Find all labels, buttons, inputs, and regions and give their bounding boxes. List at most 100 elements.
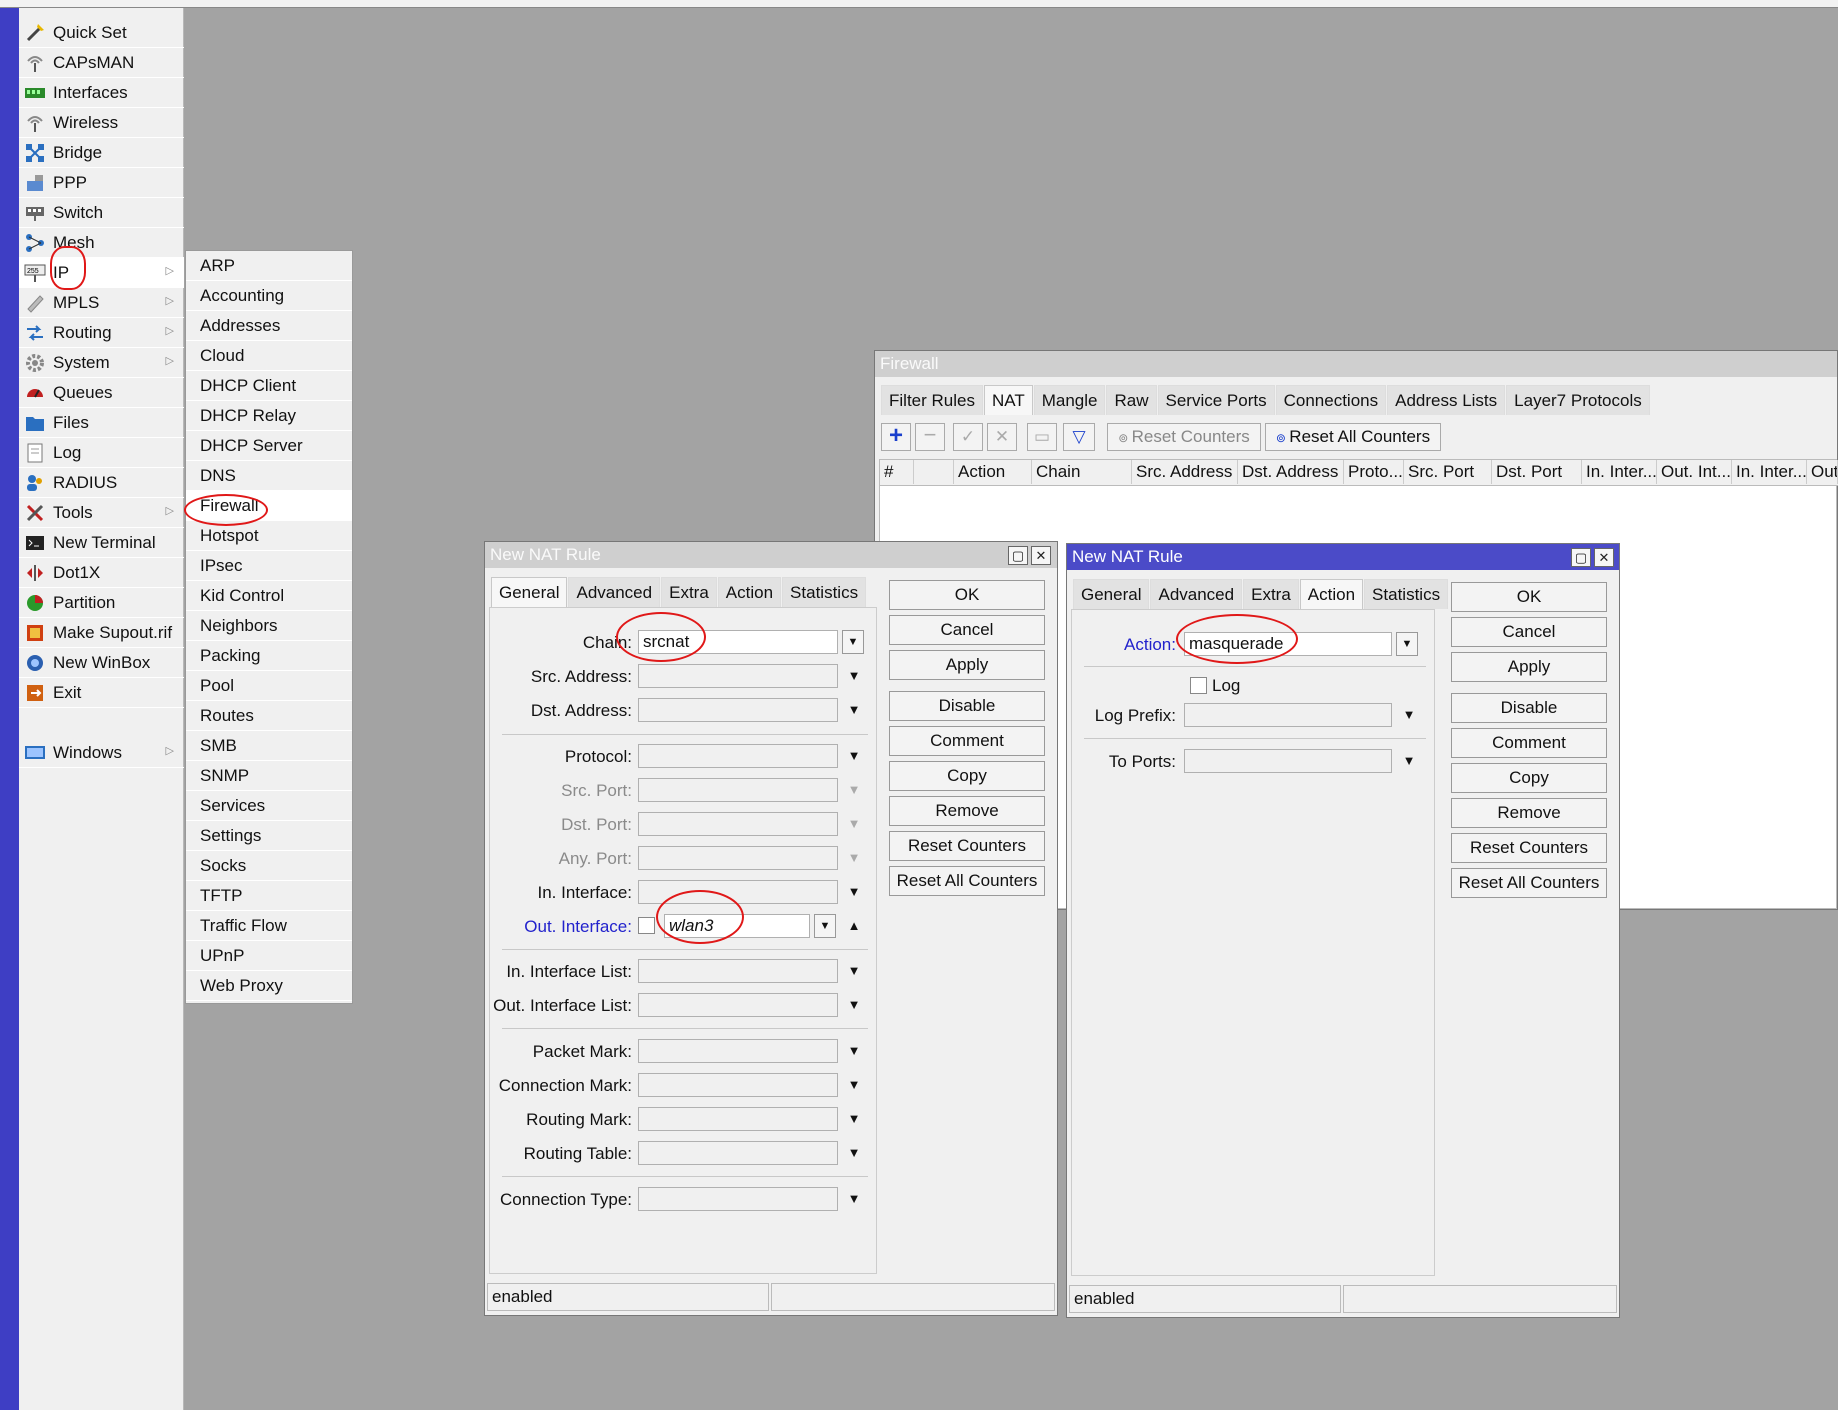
submenu-item-smb[interactable]: SMB	[186, 731, 352, 761]
out-interface-invert-checkbox[interactable]	[638, 917, 655, 934]
connection-type-dropdown-icon[interactable]: ▼	[845, 1189, 863, 1209]
tab-service-ports[interactable]: Service Ports	[1157, 385, 1275, 415]
menu-item-capsman[interactable]: CAPsMAN	[19, 48, 184, 78]
dst-address-dropdown-icon[interactable]: ▼	[845, 700, 863, 720]
menu-item-wireless[interactable]: Wireless	[19, 108, 184, 138]
in-interface-list-field[interactable]	[638, 959, 838, 983]
close-icon[interactable]: ✕	[1594, 548, 1614, 567]
dst-port-field[interactable]	[638, 812, 838, 836]
log-checkbox[interactable]	[1190, 677, 1207, 694]
reset-all-counters-button[interactable]: Reset All Counters	[1451, 868, 1607, 898]
comment-button[interactable]: Comment	[889, 726, 1045, 756]
src-address-dropdown-icon[interactable]: ▼	[845, 666, 863, 686]
tab-advanced[interactable]: Advanced	[1150, 579, 1243, 609]
comment-button[interactable]: Comment	[1451, 728, 1607, 758]
submenu-item-upnp[interactable]: UPnP	[186, 941, 352, 971]
enable-check-icon[interactable]: ✓	[953, 423, 983, 451]
disable-button[interactable]: Disable	[1451, 693, 1607, 723]
in-interface-dropdown-icon[interactable]: ▼	[845, 882, 863, 902]
tab-general[interactable]: General	[491, 577, 568, 607]
menu-item-windows[interactable]: Windows ▷	[19, 738, 184, 768]
cancel-button[interactable]: Cancel	[1451, 617, 1607, 647]
tab-mangle[interactable]: Mangle	[1033, 385, 1106, 415]
cancel-button[interactable]: Cancel	[889, 615, 1045, 645]
log-prefix-dropdown-icon[interactable]: ▼	[1400, 705, 1418, 725]
column-header[interactable]: In. Inter...	[1732, 460, 1807, 484]
submenu-item-tftp[interactable]: TFTP	[186, 881, 352, 911]
tab-advanced[interactable]: Advanced	[568, 577, 661, 607]
submenu-item-dhcp-relay[interactable]: DHCP Relay	[186, 401, 352, 431]
submenu-item-dns[interactable]: DNS	[186, 461, 352, 491]
column-header[interactable]: Dst. Port	[1492, 460, 1582, 484]
tab-extra[interactable]: Extra	[1243, 579, 1299, 609]
routing-table-dropdown-icon[interactable]: ▼	[845, 1143, 863, 1163]
tab-statistics[interactable]: Statistics	[782, 577, 867, 607]
tab-action[interactable]: Action	[1299, 579, 1364, 609]
menu-item-new-terminal[interactable]: New Terminal	[19, 528, 184, 558]
submenu-item-hotspot[interactable]: Hotspot	[186, 521, 352, 551]
action-dropdown-icon[interactable]: ▼	[1396, 632, 1418, 656]
submenu-item-cloud[interactable]: Cloud	[186, 341, 352, 371]
column-header[interactable]: Dst. Address	[1238, 460, 1344, 484]
menu-item-exit[interactable]: Exit	[19, 678, 184, 708]
remove-button[interactable]: Remove	[1451, 798, 1607, 828]
to-ports-dropdown-icon[interactable]: ▼	[1400, 751, 1418, 771]
tab-statistics[interactable]: Statistics	[1364, 579, 1449, 609]
menu-item-switch[interactable]: Switch	[19, 198, 184, 228]
reset-all-counters-button[interactable]: Reset All Counters	[889, 866, 1045, 896]
in-interface-list-dropdown-icon[interactable]: ▼	[845, 961, 863, 981]
tab-connections[interactable]: Connections	[1275, 385, 1387, 415]
disable-x-icon[interactable]: ✕	[987, 423, 1017, 451]
submenu-item-snmp[interactable]: SNMP	[186, 761, 352, 791]
submenu-item-dhcp-server[interactable]: DHCP Server	[186, 431, 352, 461]
menu-item-bridge[interactable]: Bridge	[19, 138, 184, 168]
column-header[interactable]: Action	[954, 460, 1032, 484]
apply-button[interactable]: Apply	[889, 650, 1045, 680]
connection-mark-dropdown-icon[interactable]: ▼	[845, 1075, 863, 1095]
column-header[interactable]: Out. Int...	[1657, 460, 1732, 484]
tab-action[interactable]: Action	[717, 577, 782, 607]
copy-button[interactable]: Copy	[889, 761, 1045, 791]
filter-icon[interactable]: ▽	[1063, 423, 1095, 451]
column-header[interactable]: Src. Address	[1132, 460, 1238, 484]
submenu-item-accounting[interactable]: Accounting	[186, 281, 352, 311]
chain-dropdown-icon[interactable]: ▼	[842, 630, 864, 654]
menu-item-files[interactable]: Files	[19, 408, 184, 438]
add-icon[interactable]: +	[881, 423, 911, 451]
ok-button[interactable]: OK	[889, 580, 1045, 610]
menu-item-partition[interactable]: Partition	[19, 588, 184, 618]
column-header[interactable]: Out.	[1807, 460, 1838, 484]
comment-icon[interactable]: ▭	[1027, 423, 1057, 451]
any-port-field[interactable]	[638, 846, 838, 870]
submenu-item-socks[interactable]: Socks	[186, 851, 352, 881]
tab-nat[interactable]: NAT	[983, 385, 1033, 415]
menu-item-ip[interactable]: 255 IP ▷	[19, 258, 184, 288]
out-interface-dropdown-icon[interactable]: ▼	[814, 914, 836, 938]
column-header[interactable]	[914, 460, 954, 484]
remove-icon[interactable]: −	[915, 423, 945, 451]
submenu-item-dhcp-client[interactable]: DHCP Client	[186, 371, 352, 401]
menu-item-system[interactable]: System ▷	[19, 348, 184, 378]
submenu-item-neighbors[interactable]: Neighbors	[186, 611, 352, 641]
reset-counters-button[interactable]: ⊚ Reset Counters	[1107, 423, 1261, 451]
menu-item-make-supout[interactable]: Make Supout.rif	[19, 618, 184, 648]
tab-raw[interactable]: Raw	[1106, 385, 1157, 415]
maximize-icon[interactable]: ▢	[1571, 548, 1591, 567]
submenu-item-routes[interactable]: Routes	[186, 701, 352, 731]
packet-mark-dropdown-icon[interactable]: ▼	[845, 1041, 863, 1061]
to-ports-field[interactable]	[1184, 749, 1392, 773]
tab-extra[interactable]: Extra	[661, 577, 717, 607]
column-header[interactable]: #	[880, 460, 914, 484]
column-header[interactable]: Chain	[1032, 460, 1132, 484]
submenu-item-arp[interactable]: ARP	[186, 251, 352, 281]
tab-address-lists[interactable]: Address Lists	[1387, 385, 1506, 415]
connection-mark-field[interactable]	[638, 1073, 838, 1097]
menu-item-interfaces[interactable]: Interfaces	[19, 78, 184, 108]
submenu-item-packing[interactable]: Packing	[186, 641, 352, 671]
protocol-field[interactable]	[638, 744, 838, 768]
tab-general[interactable]: General	[1073, 579, 1150, 609]
menu-item-ppp[interactable]: PPP	[19, 168, 184, 198]
ok-button[interactable]: OK	[1451, 582, 1607, 612]
maximize-icon[interactable]: ▢	[1008, 546, 1028, 565]
out-interface-list-dropdown-icon[interactable]: ▼	[845, 995, 863, 1015]
